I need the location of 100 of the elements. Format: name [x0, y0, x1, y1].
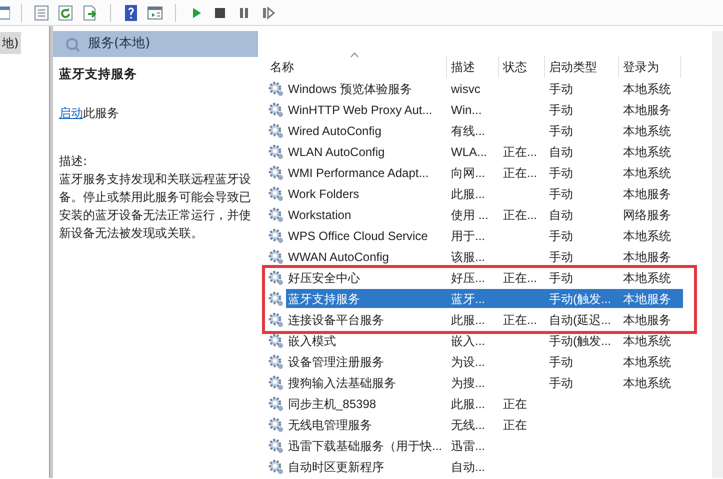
table-cell-text: WPS Office Cloud Service — [287, 228, 429, 244]
column-header[interactable]: 描述 — [447, 56, 499, 78]
table-cell-text: 手动(触发... — [548, 290, 612, 308]
description-label: 描述: — [59, 152, 88, 170]
table-cell-text: wisvc — [450, 80, 482, 98]
start-link[interactable]: 启动 — [59, 106, 83, 120]
export-icon[interactable] — [81, 4, 99, 22]
gear-icon — [268, 206, 284, 222]
service-row[interactable]: 搜狗输入法基础服务 为搜... 手动 本地系统 — [286, 373, 683, 392]
table-cell-text: 有线... — [450, 122, 486, 140]
description-text: 蓝牙服务支持发现和关联远程蓝牙设备。停止或禁用此服务可能会导致已安装的蓝牙设备无法正常运行，并使新设备无法被发现或关联。 — [59, 170, 252, 242]
service-row[interactable]: WLAN AutoConfig WLA... 正在... 自动 本地系统 — [286, 142, 683, 161]
table-cell-text: Workstation — [287, 206, 352, 224]
service-row[interactable]: Workstation 使用 ... 正在... 自动 网络服务 — [286, 205, 683, 224]
table-cell-text: 此服... — [450, 186, 486, 202]
service-row[interactable]: 蓝牙支持服务 蓝牙... 手动(触发... 本地服务 — [286, 289, 683, 308]
service-row[interactable]: 嵌入模式 嵌入... 手动(触发... 本地系统 — [286, 331, 683, 350]
service-row[interactable]: 连接设备平台服务 此服... 正在... 自动(延迟... 本地服务 — [286, 310, 683, 329]
service-title: 蓝牙支持服务 — [59, 65, 138, 83]
table-cell-text: 此服... — [450, 396, 486, 412]
table-cell-text: 本地系统 — [622, 122, 672, 140]
table-cell-text: WMI Performance Adapt... — [287, 164, 430, 182]
help-icon[interactable] — [122, 4, 140, 22]
service-row[interactable]: WPS Office Cloud Service 用于... 手动 本地系统 — [286, 226, 683, 245]
table-cell-text: 同步主机_85398 — [287, 396, 378, 412]
table-cell-text: 手动 — [548, 164, 574, 182]
service-row[interactable]: 无线电管理服务 无线... 正在 — [286, 415, 683, 434]
gear-icon — [268, 312, 284, 328]
service-row[interactable]: WinHTTP Web Proxy Aut... Win... 手动 本地服务 — [286, 100, 683, 119]
table-cell-text: 手动 — [548, 374, 574, 392]
table-cell-text: 此服... — [450, 312, 486, 328]
gear-icon — [268, 416, 284, 432]
table-cell-text: 搜狗输入法基础服务 — [287, 374, 397, 392]
table-cell-text: WLAN AutoConfig — [287, 144, 386, 160]
panel-title: 服务(本地) — [88, 35, 150, 54]
service-row[interactable]: 同步主机_85398 此服... 正在 — [286, 394, 683, 413]
gear-icon — [268, 144, 284, 160]
table-cell-text: 本地系统 — [622, 354, 672, 370]
table-cell-text: 手动 — [548, 80, 574, 98]
column-header[interactable]: 状态 — [499, 56, 545, 78]
table-cell-text: 为搜... — [450, 374, 486, 392]
table-cell-text: 使用 ... — [450, 206, 490, 224]
service-row[interactable]: 设备管理注册服务 为设... 手动 本地系统 — [286, 352, 683, 371]
gear-icon — [268, 354, 284, 370]
list-icon[interactable] — [33, 4, 51, 22]
service-row[interactable]: 自动时区更新程序 自动... — [286, 457, 683, 476]
table-cell-text: 正在... — [502, 206, 538, 224]
window-icon[interactable] — [146, 4, 164, 22]
table-cell-text: 本地系统 — [622, 374, 672, 392]
action-text: 启动此服务 — [59, 104, 120, 122]
gear-icon — [268, 248, 284, 264]
table-cell-text: Work Folders — [287, 186, 360, 202]
table-cell-text: 手动 — [548, 354, 574, 370]
table-cell-text: 迅雷下载基础服务（用于快... — [287, 438, 444, 454]
table-cell-text: 正在... — [502, 144, 538, 160]
table-cell-text: 手动 — [548, 186, 574, 202]
table-cell-text: 设备管理注册服务 — [287, 354, 385, 370]
gear-icon — [268, 164, 284, 180]
table-cell-text: 本地服务 — [622, 186, 672, 202]
gear-icon — [268, 122, 284, 138]
service-row[interactable]: Windows 预览体验服务 wisvc 手动 本地系统 — [286, 79, 683, 98]
gear-icon — [268, 332, 284, 348]
gear-icon — [268, 186, 284, 202]
service-row[interactable]: WWAN AutoConfig 该服... 手动 本地服务 — [286, 247, 683, 266]
table-cell-text: 连接设备平台服务 — [287, 312, 385, 328]
table-cell-text: 嵌入模式 — [287, 332, 337, 350]
gear-icon — [268, 228, 284, 244]
table-cell-text: 蓝牙支持服务 — [287, 290, 361, 308]
console-icon[interactable] — [0, 4, 10, 22]
refresh-icon[interactable] — [57, 4, 75, 22]
service-row[interactable]: 好压安全中心 好压... 正在... 手动 本地系统 — [286, 268, 683, 287]
gear-icon — [268, 458, 284, 474]
table-cell-text: Wired AutoConfig — [287, 122, 382, 140]
service-row[interactable]: WMI Performance Adapt... 向网... 正在... 手动 本地系统 — [286, 163, 683, 182]
service-row[interactable]: Wired AutoConfig 有线... 手动 本地系统 — [286, 121, 683, 140]
service-row[interactable]: Work Folders 此服... 手动 本地服务 — [286, 184, 683, 203]
table-cell-text: WinHTTP Web Proxy Aut... — [287, 102, 434, 118]
table-cell-text: 自动 — [548, 206, 574, 224]
table-cell-text: 正在... — [502, 164, 538, 182]
table-cell-text: 该服... — [450, 248, 486, 266]
table-cell-text: 蓝牙... — [450, 290, 486, 308]
table-cell-text: 正在... — [502, 270, 538, 286]
service-row[interactable]: 迅雷下载基础服务（用于快... 迅雷... — [286, 436, 683, 455]
column-header[interactable]: 启动类型 — [545, 56, 619, 78]
table-cell-text: 网络服务 — [622, 206, 672, 224]
table-cell-text: 本地服务 — [622, 248, 672, 266]
table-cell-text: 手动 — [548, 228, 574, 244]
column-header[interactable]: 名称 — [266, 56, 447, 78]
table-cell-text: 本地系统 — [622, 164, 672, 182]
table-cell-text: 自动(延迟... — [548, 312, 612, 328]
table-cell-text: 无线... — [450, 416, 486, 434]
gear-icon — [268, 396, 284, 412]
tree-item[interactable]: 地) — [0, 32, 21, 54]
column-header[interactable]: 登录为 — [619, 56, 681, 78]
table-cell-text: WWAN AutoConfig — [287, 248, 390, 266]
table-cell-text: 本地服务 — [622, 290, 672, 308]
table-cell-text: 本地服务 — [622, 312, 672, 328]
search-icon — [65, 36, 80, 52]
table-cell-text: 手动 — [548, 102, 574, 118]
table-cell-text: 自动... — [450, 458, 486, 476]
